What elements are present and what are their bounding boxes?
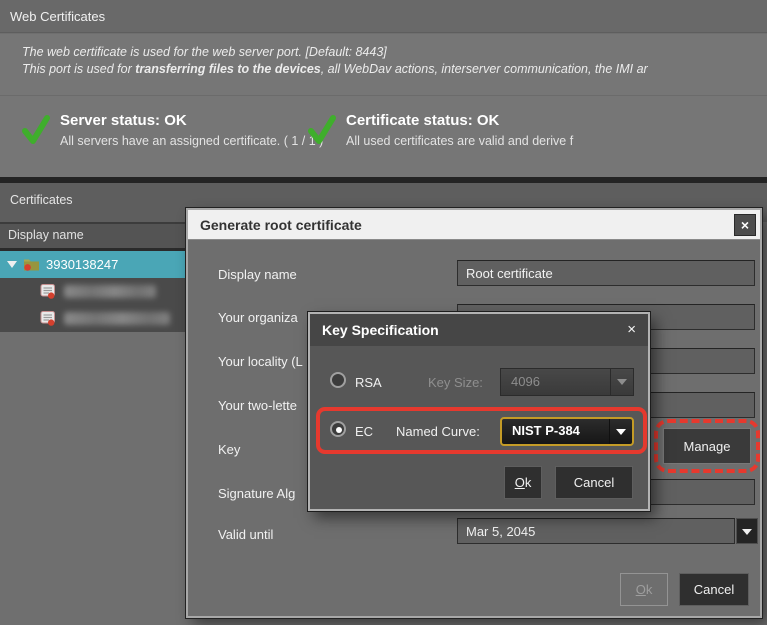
server-status-title: Server status: OK [60,112,323,129]
rsa-radio[interactable] [330,372,346,388]
info-note: The web certificate is used for the web … [0,34,767,95]
certificate-icon [40,283,56,300]
check-icon [308,114,336,146]
folder-icon [23,257,40,271]
page-title: Web Certificates [10,0,105,33]
status-section: Server status: OK All servers have an as… [0,95,767,177]
named-curve-label: Named Curve: [396,424,480,439]
valid-until-field[interactable] [457,518,735,544]
manage-button[interactable]: Manage [663,428,751,464]
server-status-block: Server status: OK All servers have an as… [22,112,323,148]
certificate-status-detail: All used certificates are valid and deri… [346,134,573,148]
certificate-status-title: Certificate status: OK [346,112,573,129]
page-title-bar: Web Certificates [0,0,767,33]
named-curve-value: NIST P-384 [512,419,580,443]
locality-label: Your locality (L [218,354,303,369]
cancel-button[interactable]: Cancel [679,573,749,606]
display-name-field[interactable] [457,260,755,286]
key-size-dropdown-disabled: 4096 [500,368,634,396]
key-specification-dialog: Key Specification × RSA Key Size: 4096 E… [308,312,650,511]
column-header-display-name[interactable]: Display name [0,222,186,251]
column-header-label: Display name [8,228,84,242]
valid-until-label: Valid until [218,527,273,542]
tree-row-root-folder[interactable]: 3930138247 [0,251,186,278]
signature-algorithm-label: Signature Alg [218,486,295,501]
key-size-label: Key Size: [428,375,483,390]
ec-label: EC [355,424,373,439]
chevron-down-icon [610,369,633,395]
key-spec-title-bar: Key Specification × [310,314,648,346]
certificate-status-block: Certificate status: OK All used certific… [308,112,573,148]
country-label: Your two-lette [218,398,297,413]
close-icon[interactable]: × [627,314,636,346]
rsa-label: RSA [355,375,382,390]
tree-row-certificate[interactable] [0,278,186,305]
chevron-down-icon [742,529,752,535]
key-label: Key [218,442,240,457]
key-size-value: 4096 [511,369,540,395]
ok-button[interactable]: Ok [504,466,542,499]
organization-label: Your organiza [218,310,298,325]
server-status-detail: All servers have an assigned certificate… [60,134,323,148]
cancel-button[interactable]: Cancel [555,466,633,499]
valid-until-dropdown-button[interactable] [736,518,758,544]
dialog-title-bar: Generate root certificate × [188,210,760,240]
certificates-tree: 3930138247 [0,251,186,332]
ec-radio-selected[interactable] [330,421,346,437]
dialog-title: Generate root certificate [200,210,362,240]
info-line-2: This port is used for transferring files… [22,61,767,78]
check-icon [22,114,50,146]
tree-root-label: 3930138247 [46,251,118,278]
certificate-icon [40,310,56,327]
key-spec-title: Key Specification [322,314,439,346]
info-line-1: The web certificate is used for the web … [22,44,767,61]
redacted-label [64,285,156,298]
close-icon[interactable]: × [734,214,756,236]
ok-button-disabled: Ok [620,573,668,606]
certificates-panel-title: Certificates [10,183,73,217]
display-name-label: Display name [218,267,297,282]
named-curve-dropdown[interactable]: NIST P-384 [500,417,634,446]
chevron-expanded-icon[interactable] [7,261,17,268]
redacted-label [64,312,170,325]
tree-row-certificate[interactable] [0,305,186,332]
chevron-down-icon [609,419,632,444]
web-certificates-screen: Web Certificates The web certificate is … [0,0,767,625]
